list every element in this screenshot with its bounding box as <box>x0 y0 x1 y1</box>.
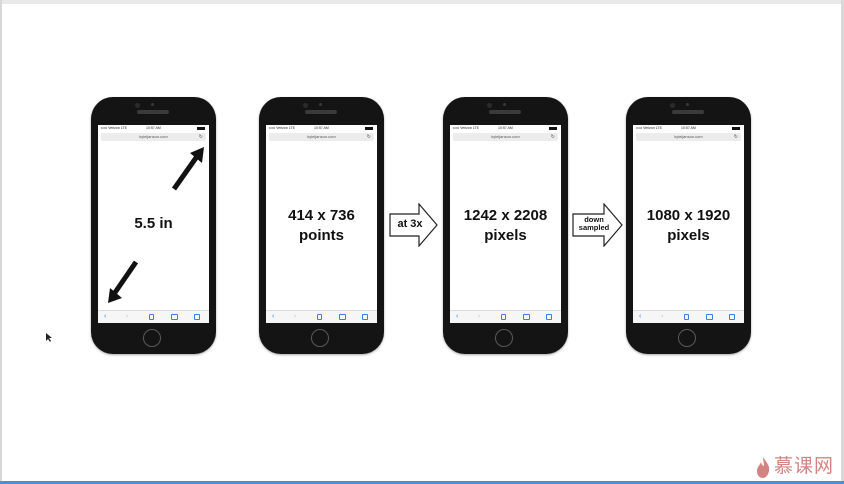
url-text: kyleljanson.com <box>491 134 520 139</box>
status-time: 10:57 AM <box>314 126 329 130</box>
connector-label: at 3x <box>397 218 423 230</box>
browser-toolbar: ‹ › <box>633 310 744 323</box>
watermark-text: 慕课网 <box>774 456 835 477</box>
browser-toolbar: ‹ › <box>450 310 561 323</box>
status-bar: ••••• Verizon LTE 10:57 AM <box>450 125 561 132</box>
phone-screen: ••••• Verizon LTE 10:57 AM kyleljanson.c… <box>633 125 744 323</box>
connector-label-line2: sampled <box>578 223 610 232</box>
proximity-sensor <box>686 103 689 106</box>
url-text: kyleljanson.com <box>307 134 336 139</box>
status-time: 10:57 AM <box>498 126 513 130</box>
front-camera <box>303 103 308 108</box>
earpiece-speaker <box>137 110 169 114</box>
home-button <box>678 329 696 347</box>
url-text: kyleljanson.com <box>674 134 703 139</box>
phone-screen: ••••• Verizon LTE 10:57 AM kyleljanson.c… <box>266 125 377 323</box>
window-left-border <box>0 0 2 484</box>
resolution-label: 414 x 736 <box>288 207 355 224</box>
size-label: 5.5 in <box>134 215 173 232</box>
forward-icon: › <box>294 313 297 320</box>
earpiece-speaker <box>305 110 337 114</box>
tabs-icon <box>729 314 735 320</box>
phone-1: ••••• Verizon LTE 10:57 AM kyleljanson.c… <box>91 97 216 354</box>
bookmarks-icon <box>523 314 530 320</box>
proximity-sensor <box>151 103 154 106</box>
connector-arrow-1: at 3x <box>389 203 439 247</box>
bookmarks-icon <box>339 314 346 320</box>
diagonal-arrow-down-left <box>108 260 139 303</box>
forward-icon: › <box>661 313 664 320</box>
carrier-label: ••••• Verizon LTE <box>636 126 662 130</box>
unit-label: points <box>299 227 344 244</box>
front-camera <box>670 103 675 108</box>
home-button <box>495 329 513 347</box>
phone-2: ••••• Verizon LTE 10:57 AM kyleljanson.c… <box>259 97 384 354</box>
unit-label: pixels <box>667 227 710 244</box>
resolution-label: 1080 x 1920 <box>646 207 731 224</box>
bookmarks-icon <box>706 314 713 320</box>
back-icon: ‹ <box>456 313 459 320</box>
earpiece-speaker <box>672 110 704 114</box>
carrier-label: ••••• Verizon LTE <box>453 126 479 130</box>
unit-label: pixels <box>484 227 527 244</box>
mouse-cursor-icon <box>46 333 52 342</box>
forward-icon: › <box>126 313 129 320</box>
share-icon <box>317 314 322 320</box>
diagonal-arrow-up-right <box>171 147 204 191</box>
battery-icon <box>549 127 557 130</box>
status-bar: ••••• Verizon LTE 10:57 AM <box>633 125 744 132</box>
url-bar: kyleljanson.com ↻ <box>269 133 374 141</box>
back-icon: ‹ <box>104 313 107 320</box>
status-bar: ••••• Verizon LTE 10:57 AM <box>98 125 209 132</box>
battery-icon <box>732 127 740 130</box>
reload-icon: ↻ <box>198 134 203 140</box>
phone-4: ••••• Verizon LTE 10:57 AM kyleljanson.c… <box>626 97 751 354</box>
phone-screen: ••••• Verizon LTE 10:57 AM kyleljanson.c… <box>450 125 561 323</box>
reload-icon: ↻ <box>550 134 555 140</box>
reload-icon: ↻ <box>366 134 371 140</box>
browser-toolbar: ‹ › <box>266 310 377 323</box>
url-bar: kyleljanson.com ↻ <box>101 133 206 141</box>
flame-icon <box>757 457 770 478</box>
proximity-sensor <box>319 103 322 106</box>
window-top-border <box>0 0 844 4</box>
tabs-icon <box>194 314 200 320</box>
forward-icon: › <box>478 313 481 320</box>
proximity-sensor <box>503 103 506 106</box>
back-icon: ‹ <box>639 313 642 320</box>
url-bar: kyleljanson.com ↻ <box>636 133 741 141</box>
resolution-label: 1242 x 2208 <box>463 207 548 224</box>
status-bar: ••••• Verizon LTE 10:57 AM <box>266 125 377 132</box>
status-time: 10:57 AM <box>681 126 696 130</box>
phone-3: ••••• Verizon LTE 10:57 AM kyleljanson.c… <box>443 97 568 354</box>
bookmarks-icon <box>171 314 178 320</box>
tabs-icon <box>546 314 552 320</box>
share-icon <box>684 314 689 320</box>
front-camera <box>487 103 492 108</box>
status-time: 10:57 AM <box>146 126 161 130</box>
url-bar: kyleljanson.com ↻ <box>453 133 558 141</box>
reload-icon: ↻ <box>733 134 738 140</box>
watermark-logo: 慕课网 <box>752 455 842 479</box>
home-button <box>311 329 329 347</box>
browser-toolbar: ‹ › <box>98 310 209 323</box>
share-icon <box>501 314 506 320</box>
earpiece-speaker <box>489 110 521 114</box>
back-icon: ‹ <box>272 313 275 320</box>
battery-icon <box>197 127 205 130</box>
carrier-label: ••••• Verizon LTE <box>269 126 295 130</box>
home-button <box>143 329 161 347</box>
front-camera <box>135 103 140 108</box>
carrier-label: ••••• Verizon LTE <box>101 126 127 130</box>
share-icon <box>149 314 154 320</box>
connector-arrow-2: down sampled <box>572 203 624 247</box>
battery-icon <box>365 127 373 130</box>
url-text: kyleljanson.com <box>139 134 168 139</box>
tabs-icon <box>362 314 368 320</box>
